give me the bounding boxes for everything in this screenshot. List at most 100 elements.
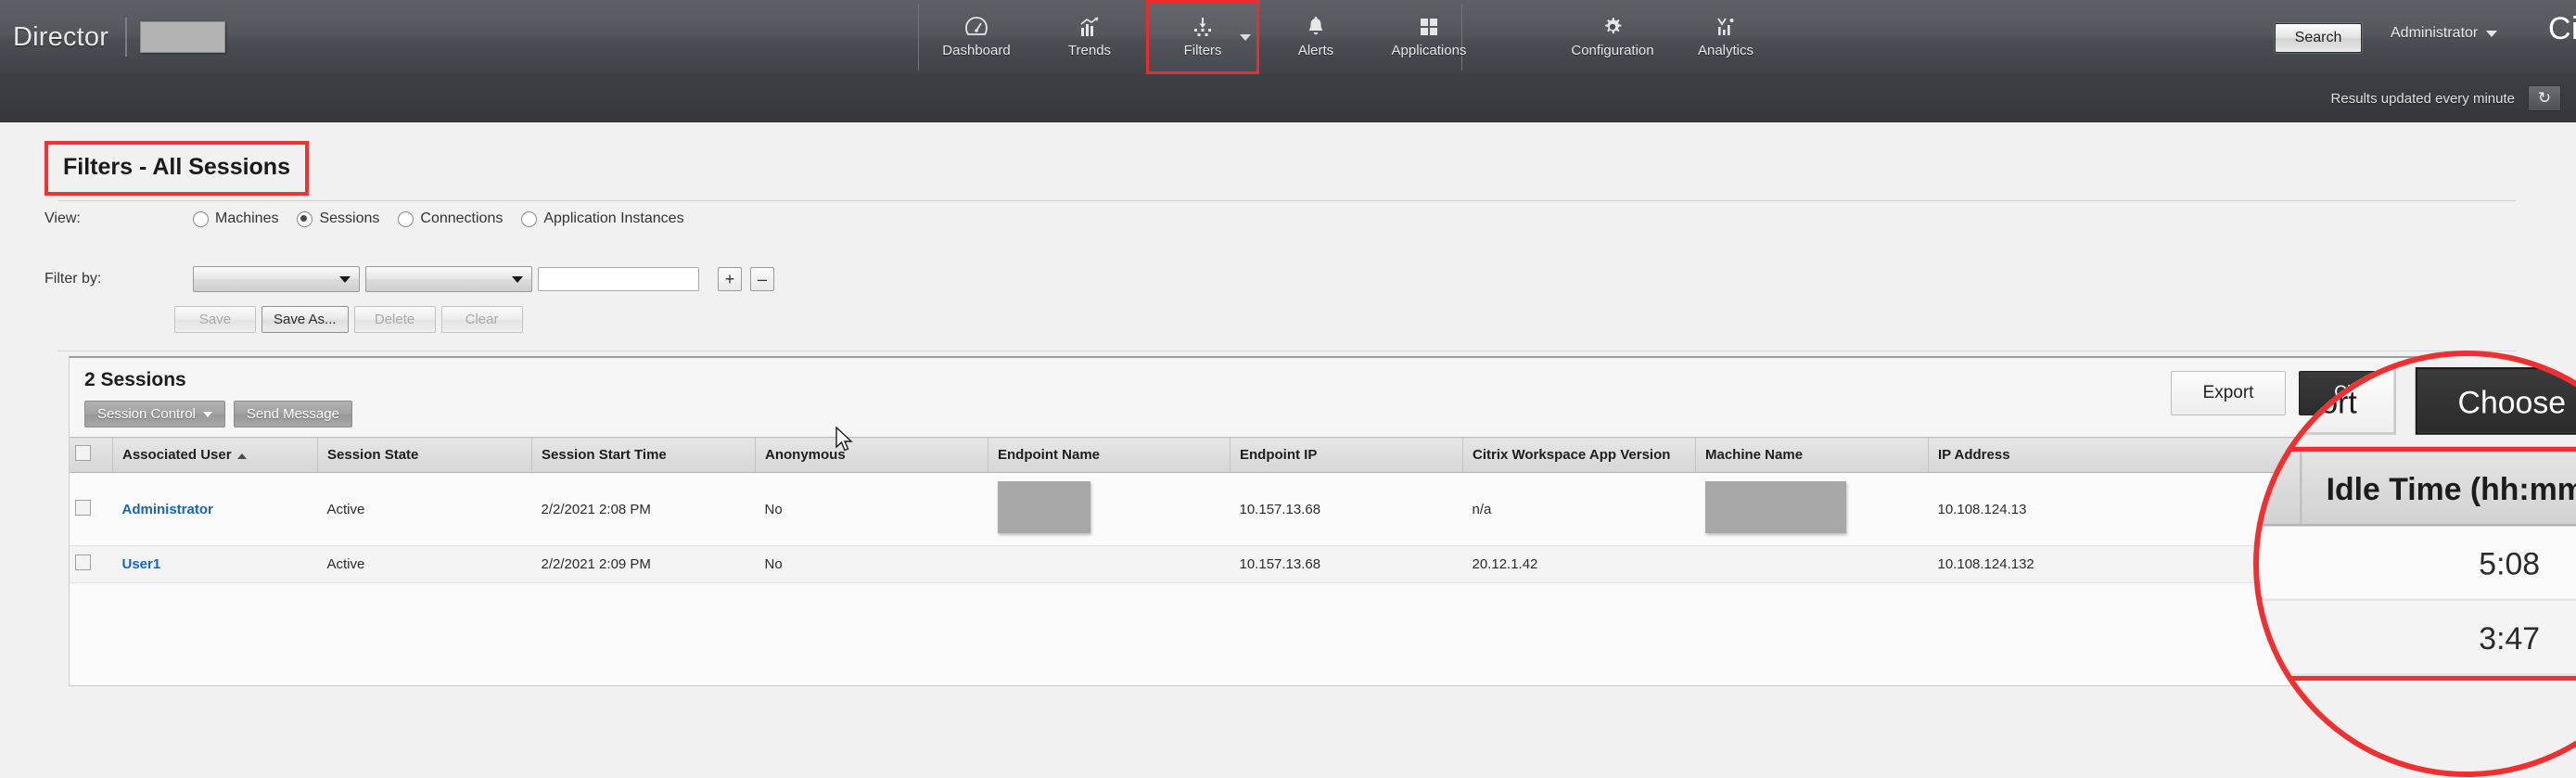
- column-anonymous[interactable]: Anonymous: [755, 437, 988, 473]
- select-all-checkbox[interactable]: [75, 445, 91, 461]
- page-title-highlight-box: Filters - All Sessions: [45, 141, 309, 196]
- cell-workspace-app-version: n/a: [1462, 472, 1696, 546]
- chevron-down-icon: [339, 276, 351, 283]
- dashboard-gauge-icon: [964, 14, 988, 38]
- select-all-header: [70, 437, 113, 473]
- column-machine-name[interactable]: Machine Name: [1695, 437, 1929, 473]
- choose-columns-button[interactable]: Choose: [2299, 371, 2430, 415]
- radio-application-instances[interactable]: [521, 210, 538, 227]
- director-filters-page: Director Dashboard Trends Filters Alerts…: [0, 0, 2576, 778]
- view-option-application-instances[interactable]: Application Instances: [521, 210, 684, 227]
- radio-machines[interactable]: [193, 210, 209, 227]
- nav-label-analytics: Analytics: [1697, 43, 1754, 58]
- row-checkbox[interactable]: [75, 555, 91, 570]
- clear-button[interactable]: Clear: [440, 306, 523, 333]
- column-associated-user[interactable]: Associated User: [112, 437, 318, 473]
- delete-button[interactable]: Delete: [353, 306, 436, 333]
- row-select-cell: [70, 545, 113, 583]
- view-option-sessions-label: Sessions: [319, 210, 380, 226]
- column-endpoint-ip[interactable]: Endpoint IP: [1230, 437, 1463, 473]
- page-content: Filters - All Sessions View: Machines Se…: [0, 122, 2576, 778]
- cell-ip-address: 10.108.124.13: [1928, 472, 2443, 546]
- cell-associated-user: User1: [112, 545, 318, 583]
- table-row[interactable]: User1 Active 2/2/2021 2:09 PM No 10.157.…: [70, 545, 2443, 583]
- chevron-down-icon[interactable]: [1240, 34, 1251, 41]
- remove-filter-button[interactable]: –: [750, 267, 774, 291]
- view-option-connections[interactable]: Connections: [398, 210, 503, 227]
- view-option-sessions[interactable]: Sessions: [297, 210, 379, 227]
- radio-connections[interactable]: [398, 210, 414, 227]
- view-selector-row: View: Machines Sessions Connections Appl…: [45, 210, 703, 227]
- nav-item-configuration[interactable]: Configuration: [1556, 0, 1669, 74]
- nav-item-filters[interactable]: Filters: [1146, 0, 1259, 74]
- alerts-bell-icon: [1306, 14, 1326, 38]
- sessions-table-body: Administrator Active 2/2/2021 2:08 PM No…: [70, 472, 2443, 583]
- sessions-table-empty-space: [70, 583, 2443, 685]
- filter-value-input[interactable]: [538, 267, 699, 291]
- nav-item-trends[interactable]: Trends: [1033, 0, 1146, 74]
- column-ip-address[interactable]: IP Address: [1928, 437, 2443, 473]
- save-as-button[interactable]: Save As...: [261, 306, 349, 333]
- cell-endpoint-name: [988, 472, 1231, 546]
- nav-divider-left: [918, 4, 919, 70]
- view-option-machines[interactable]: Machines: [193, 210, 278, 227]
- export-button[interactable]: Export: [2171, 371, 2286, 415]
- cell-session-state: Active: [317, 545, 532, 583]
- endpoint-name-redacted-box: [997, 481, 1090, 533]
- cell-ip-address: 10.108.124.132: [1928, 545, 2443, 583]
- results-status-bar: Results updated every minute ↻: [0, 74, 2576, 123]
- nav-label-alerts: Alerts: [1297, 43, 1334, 58]
- column-session-state[interactable]: Session State: [317, 437, 532, 473]
- cell-endpoint-ip: 10.157.13.68: [1230, 545, 1463, 583]
- view-label: View:: [45, 210, 81, 226]
- results-updated-text: Results updated every minute: [2330, 90, 2515, 107]
- table-row[interactable]: Administrator Active 2/2/2021 2:08 PM No…: [70, 472, 2443, 546]
- chevron-down-icon: [2486, 30, 2498, 37]
- filters-funnel-icon: [1191, 14, 1215, 38]
- cell-endpoint-name: [988, 545, 1231, 583]
- configuration-gear-icon: [1601, 14, 1624, 38]
- view-option-machines-label: Machines: [215, 210, 279, 226]
- sessions-action-buttons: Session Control Send Message: [84, 401, 2429, 427]
- cell-machine-name: [1695, 545, 1929, 583]
- column-endpoint-name[interactable]: Endpoint Name: [988, 437, 1231, 473]
- row-checkbox[interactable]: [75, 499, 91, 516]
- radio-sessions[interactable]: [297, 210, 313, 227]
- sessions-table-head: Associated User Session State Session St…: [70, 437, 2443, 473]
- nav-item-applications[interactable]: Applications: [1372, 0, 1486, 74]
- cell-machine-name: [1695, 472, 1929, 546]
- cell-session-start-time: 2/2/2021 2:09 PM: [531, 545, 756, 583]
- nav-item-alerts[interactable]: Alerts: [1259, 0, 1372, 74]
- sessions-table: Associated User Session State Session St…: [70, 437, 2443, 583]
- add-filter-button[interactable]: +: [718, 267, 742, 291]
- export-choose-area: Export Choose: [2171, 371, 2430, 415]
- refresh-icon[interactable]: ↻: [2528, 85, 2561, 111]
- user-link[interactable]: User1: [122, 556, 161, 572]
- sessions-count-title: 2 Sessions: [84, 369, 186, 390]
- nav-label-dashboard: Dashboard: [942, 43, 1011, 58]
- cell-session-state: Active: [317, 472, 532, 546]
- filter-action-buttons: Save Save As... Delete Clear: [174, 306, 523, 333]
- filter-criteria-select[interactable]: [193, 266, 360, 292]
- column-associated-user-label: Associated User: [122, 447, 232, 463]
- nav-item-analytics[interactable]: Analytics: [1669, 0, 1782, 74]
- filter-by-label: Filter by:: [45, 271, 102, 287]
- trends-chart-icon: [1078, 14, 1101, 38]
- administrator-menu[interactable]: Administrator: [2391, 25, 2498, 42]
- column-session-start-time[interactable]: Session Start Time: [531, 437, 756, 473]
- nav-item-dashboard[interactable]: Dashboard: [920, 0, 1033, 74]
- row-select-cell: [70, 472, 113, 546]
- chevron-down-icon: [202, 411, 212, 417]
- machine-name-redacted-box: [1704, 481, 1846, 533]
- user-link[interactable]: Administrator: [122, 502, 213, 517]
- table-header-row: Associated User Session State Session St…: [70, 437, 2443, 473]
- filter-operator-select[interactable]: [365, 266, 532, 292]
- administrator-label: Administrator: [2391, 25, 2479, 41]
- send-message-button[interactable]: Send Message: [233, 401, 352, 427]
- session-control-label: Session Control: [97, 406, 196, 422]
- column-citrix-workspace-app-version[interactable]: Citrix Workspace App Version: [1462, 437, 1696, 473]
- sessions-panel: 2 Sessions Session Control Send Message …: [69, 356, 2444, 686]
- session-control-button[interactable]: Session Control: [84, 401, 225, 427]
- save-button[interactable]: Save: [174, 306, 256, 333]
- search-button[interactable]: Search: [2275, 23, 2362, 53]
